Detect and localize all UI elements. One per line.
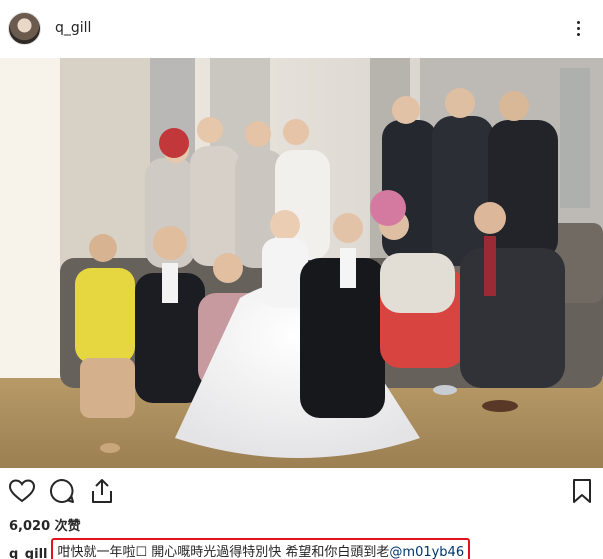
post-header: q_gill xyxy=(0,0,603,58)
likes-label: 次赞 xyxy=(54,519,81,534)
heart-icon[interactable] xyxy=(8,477,36,505)
avatar[interactable] xyxy=(8,12,41,45)
bookmark-icon[interactable] xyxy=(568,477,596,505)
comment-icon[interactable] xyxy=(48,477,76,505)
more-options-icon[interactable] xyxy=(568,14,588,42)
caption-username[interactable]: q_gill xyxy=(9,547,47,559)
caption-mention[interactable]: @m01yb46 xyxy=(389,545,464,559)
share-icon[interactable] xyxy=(88,477,116,505)
caption-highlight-box: 咁快就一年啦☐ 開心嘅時光過得特別快 希望和你白頭到老@m01yb46 xyxy=(51,538,471,559)
post-photo[interactable] xyxy=(0,58,603,468)
post-caption: q_gill 咁快就一年啦☐ 開心嘅時光過得特別快 希望和你白頭到老@m01yb4… xyxy=(9,538,471,559)
caption-text: 咁快就一年啦☐ 開心嘅時光過得特別快 希望和你白頭到老 xyxy=(57,545,390,559)
likes-count[interactable]: 6,020 次赞 xyxy=(9,515,81,534)
action-bar xyxy=(0,472,603,508)
likes-number: 6,020 xyxy=(9,519,51,534)
post-username[interactable]: q_gill xyxy=(55,20,91,36)
instagram-post: q_gill 6,020 次赞 q_gill 咁快就一年啦☐ 開心嘅時光過得特別… xyxy=(0,0,603,559)
